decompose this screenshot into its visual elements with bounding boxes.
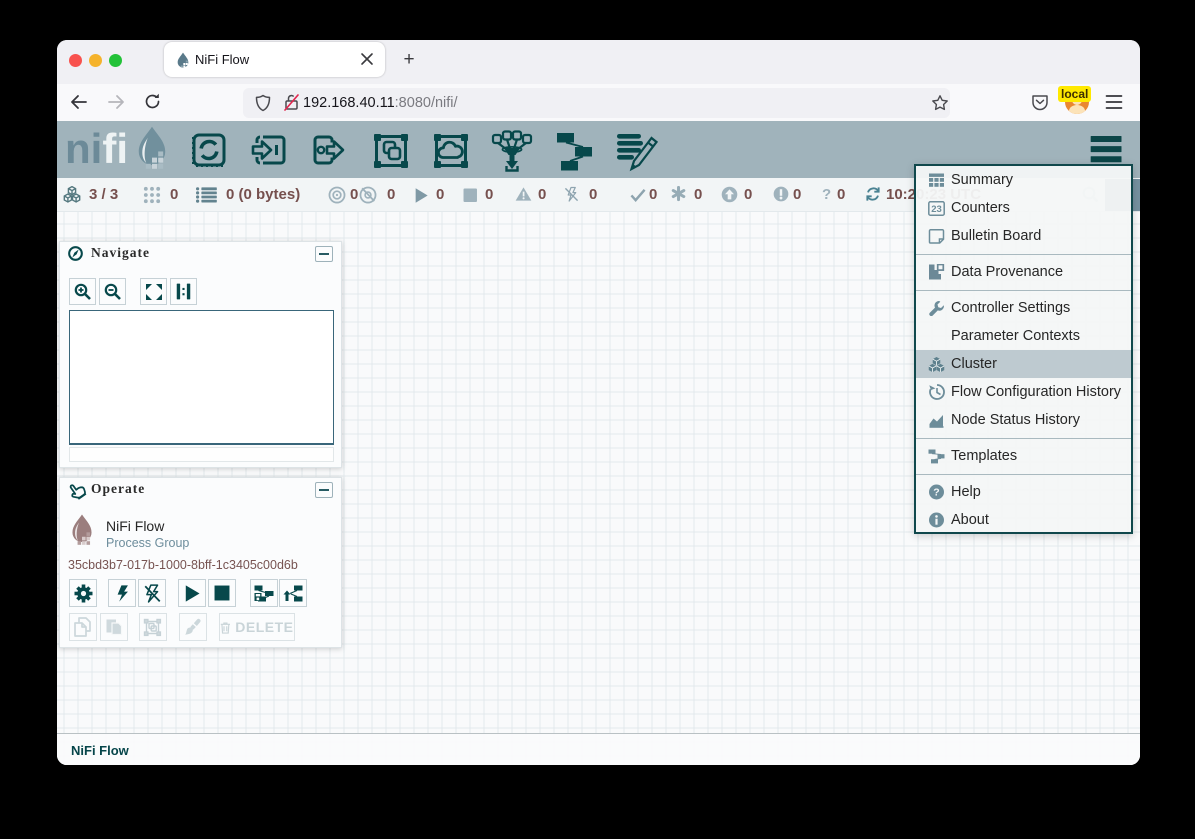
svg-text:?: ? <box>933 487 939 499</box>
svg-text:23: 23 <box>931 204 942 215</box>
